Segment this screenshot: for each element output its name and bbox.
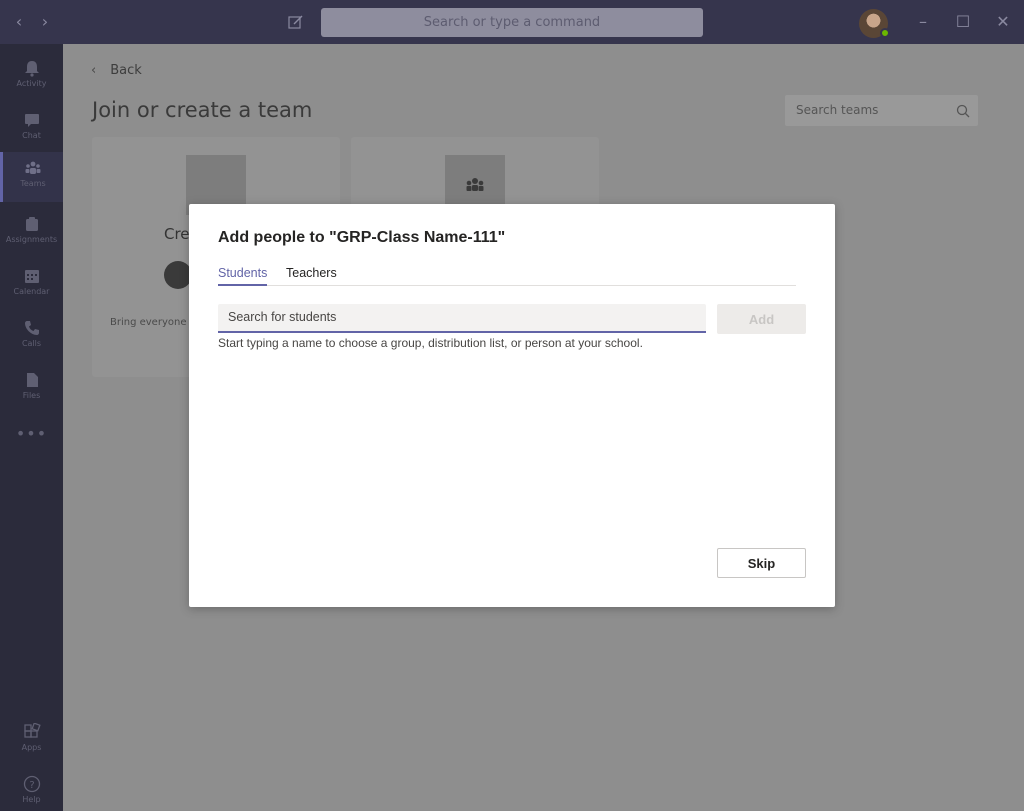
file-icon	[26, 373, 38, 387]
minimize-icon[interactable]: –	[913, 12, 933, 32]
page-title: Join or create a team	[92, 98, 313, 122]
rail-label: Calendar	[13, 287, 50, 296]
close-window-icon[interactable]: ✕	[993, 12, 1013, 32]
assignments-icon	[25, 217, 38, 231]
search-students-input[interactable]	[218, 304, 706, 333]
app-rail: Activity Chat Teams Assignments Calendar…	[0, 44, 63, 811]
maximize-icon[interactable]: ☐	[953, 12, 973, 32]
people-tabs: Students Teachers	[218, 264, 796, 286]
rail-item-teams[interactable]: Teams	[0, 152, 63, 202]
help-icon: ?	[23, 775, 40, 793]
svg-text:?: ?	[29, 780, 34, 791]
search-icon[interactable]	[956, 95, 970, 126]
rail-label: Activity	[16, 79, 47, 88]
card-title: Cre	[164, 225, 190, 243]
forward-arrow-icon[interactable]: ›	[35, 12, 55, 32]
search-teams-placeholder: Search teams	[796, 103, 879, 117]
chat-icon	[24, 114, 39, 127]
command-search-box[interactable]: Search or type a command	[321, 8, 703, 37]
rail-item-calendar[interactable]: Calendar	[0, 260, 63, 310]
rail-item-activity[interactable]: Activity	[0, 52, 63, 102]
rail-label: Files	[22, 391, 41, 400]
compose-icon[interactable]	[286, 12, 306, 32]
calendar-icon	[24, 270, 39, 283]
back-label: Back	[110, 63, 142, 78]
chevron-left-icon: ‹	[91, 63, 97, 78]
phone-icon	[24, 321, 39, 335]
rail-item-files[interactable]: Files	[0, 364, 63, 414]
card-description: Bring everyone	[110, 317, 187, 328]
card-avatar	[164, 261, 192, 289]
add-people-dialog: Add people to "GRP-Class Name-111" Stude…	[189, 204, 835, 607]
search-teams-input[interactable]: Search teams	[785, 95, 978, 126]
add-button[interactable]: Add	[717, 304, 806, 334]
bell-icon	[24, 61, 39, 77]
apps-icon	[23, 723, 41, 738]
rail-label: Apps	[21, 743, 42, 752]
rail-label: Calls	[21, 339, 42, 348]
teams-icon	[25, 161, 41, 174]
back-link[interactable]: ‹ Back	[91, 63, 142, 78]
rail-label: Help	[22, 795, 41, 804]
rail-item-assignments[interactable]: Assignments	[0, 208, 63, 258]
search-hint-text: Start typing a name to choose a group, d…	[218, 336, 643, 350]
rail-item-apps[interactable]: Apps	[0, 716, 63, 766]
rail-item-calls[interactable]: Calls	[0, 312, 63, 362]
skip-button[interactable]: Skip	[717, 548, 806, 578]
back-arrow-icon[interactable]: ‹	[9, 12, 29, 32]
tab-students[interactable]: Students	[218, 266, 268, 286]
rail-item-chat[interactable]: Chat	[0, 104, 63, 154]
title-bar: ‹ › Search or type a command – ☐ ✕	[0, 0, 1024, 44]
dialog-title: Add people to "GRP-Class Name-111"	[218, 229, 506, 246]
rail-item-help[interactable]: ? Help	[0, 768, 63, 811]
rail-label: Assignments	[5, 235, 58, 244]
tab-teachers[interactable]: Teachers	[286, 266, 337, 286]
presence-status-icon	[880, 28, 890, 38]
more-apps-icon[interactable]: •••	[0, 424, 63, 443]
rail-label: Teams	[20, 179, 46, 188]
rail-label: Chat	[22, 131, 41, 140]
